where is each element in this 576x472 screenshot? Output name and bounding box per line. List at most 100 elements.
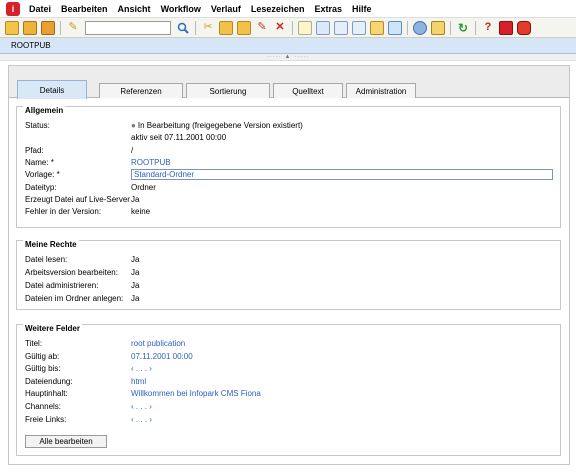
field-row: Titel: root publication: [25, 338, 185, 349]
field-value: ● In Bearbeitung (freigegebene Version ex…: [131, 121, 303, 130]
field-label: Dateityp:: [25, 183, 57, 192]
menu-ansicht[interactable]: Ansicht: [113, 4, 156, 14]
toolbar-separator: [195, 20, 196, 35]
section-rights: Meine Rechte Datei lesen: Ja Arbeitsvers…: [16, 240, 561, 310]
refresh-icon[interactable]: ↻: [456, 21, 470, 35]
section-more-fields: Weitere Felder Titel: root publication G…: [16, 324, 561, 456]
search-input[interactable]: [85, 20, 171, 35]
section-general: Allgemein Status: ● In Bearbeitung (freig…: [16, 106, 561, 228]
template-field[interactable]: Standard-Ordner: [131, 169, 553, 180]
field-label: Titel:: [25, 339, 43, 348]
field-value: Ja: [131, 255, 140, 264]
edit-all-button[interactable]: Alle bearbeiten: [25, 435, 107, 448]
app-logo-icon: i: [6, 1, 20, 16]
field-label: Freie Links:: [25, 415, 67, 424]
field-label: Vorlage: *: [25, 170, 60, 179]
field-value: /: [131, 146, 134, 155]
details-panel: Details Referenzen Sortierung Quelltext …: [8, 65, 570, 465]
menu-datei[interactable]: Datei: [24, 4, 56, 14]
menu-verlauf[interactable]: Verlauf: [206, 4, 246, 14]
toolbar: ✎ ✂ ✎ ✕ ↻ ?: [0, 18, 576, 38]
tab-administration[interactable]: Administration: [346, 83, 416, 98]
menu-lesezeichen[interactable]: Lesezeichen: [246, 4, 310, 14]
new-document-icon[interactable]: [5, 20, 19, 35]
field-link[interactable]: ‹ . . . ›: [131, 402, 152, 411]
field-status: Status: ● In Bearbeitung (freigegebene Ve…: [25, 120, 303, 131]
view-gallery-icon[interactable]: [388, 20, 402, 35]
splitter-handle-icon[interactable]: ····· ▲ ·····: [267, 54, 309, 60]
field-status-since: aktiv seit 07.11.2001 00:00: [25, 132, 226, 143]
name-link[interactable]: ROOTPUB: [131, 158, 171, 167]
view-tree-icon[interactable]: [352, 20, 366, 35]
field-link[interactable]: ‹ . . . ›: [131, 364, 152, 373]
panel-splitter[interactable]: ····· ▲ ·····: [0, 54, 576, 61]
toolbar-separator: [450, 20, 451, 35]
field-label: Fehler in der Version:: [25, 207, 102, 216]
edit-pencil-icon[interactable]: ✎: [66, 21, 80, 35]
field-label: Channels:: [25, 402, 62, 411]
paste-icon[interactable]: [237, 20, 251, 35]
object-title-bar: ROOTPUB: [0, 38, 576, 54]
menu-workflow[interactable]: Workflow: [156, 4, 206, 14]
view-list-icon[interactable]: [334, 20, 348, 35]
field-value: Ja: [131, 195, 140, 204]
rights-row: Arbeitsversion bearbeiten: Ja: [25, 267, 139, 278]
view-preview-icon[interactable]: [298, 20, 312, 35]
field-version-errors: Fehler in der Version: keine: [25, 206, 150, 217]
search-icon[interactable]: [176, 21, 190, 35]
field-value: keine: [131, 207, 151, 216]
field-label: Name: *: [25, 158, 54, 167]
field-link[interactable]: 07.11.2001 00:00: [131, 352, 193, 361]
tab-referenzen[interactable]: Referenzen: [99, 83, 183, 98]
field-value: Ordner: [131, 183, 156, 192]
tasks-icon[interactable]: [431, 20, 445, 35]
field-label: Pfad:: [25, 146, 44, 155]
field-value: aktiv seit 07.11.2001 00:00: [131, 133, 227, 142]
field-label: Dateien im Ordner anlegen:: [25, 294, 124, 303]
rename-icon[interactable]: ✎: [255, 21, 269, 35]
field-label: Hauptinhalt:: [25, 389, 68, 398]
folder-new-icon[interactable]: [23, 20, 37, 35]
user-group-icon[interactable]: [413, 20, 427, 35]
field-value: Ja: [131, 294, 140, 303]
field-label: Gültig ab:: [25, 352, 60, 361]
field-link[interactable]: html: [131, 377, 146, 386]
toolbar-separator: [407, 20, 408, 35]
menu-extras[interactable]: Extras: [309, 4, 347, 14]
toolbar-separator: [292, 20, 293, 35]
section-title: Weitere Felder: [23, 324, 82, 333]
field-link[interactable]: root publication: [131, 339, 185, 348]
delete-icon[interactable]: ✕: [273, 21, 287, 35]
bookmark-icon[interactable]: [499, 20, 513, 35]
tab-details[interactable]: Details: [17, 80, 87, 99]
view-thumbnails-icon[interactable]: [370, 20, 384, 35]
field-value: Ja: [131, 281, 140, 290]
tab-quelltext[interactable]: Quelltext: [273, 83, 343, 98]
folder-home-icon[interactable]: [41, 20, 55, 35]
rights-row: Datei lesen: Ja: [25, 254, 139, 265]
field-row: Freie Links: ‹ . . . ›: [25, 414, 152, 425]
cut-icon[interactable]: ✂: [201, 21, 215, 35]
field-label: Dateiendung:: [25, 377, 73, 386]
field-template: Vorlage: * Standard-Ordner: [25, 169, 553, 180]
help-icon[interactable]: ?: [481, 21, 495, 35]
tab-sortierung[interactable]: Sortierung: [186, 83, 270, 98]
copy-icon[interactable]: [219, 20, 233, 35]
menu-hilfe[interactable]: Hilfe: [347, 4, 377, 14]
section-title: Meine Rechte: [23, 240, 79, 249]
field-label: Datei lesen:: [25, 255, 68, 264]
field-row: Gültig bis: ‹ . . . ›: [25, 363, 152, 374]
rights-row: Datei administrieren: Ja: [25, 280, 139, 291]
menu-bearbeiten[interactable]: Bearbeiten: [56, 4, 113, 14]
status-text: In Bearbeitung (freigegebene Version exi…: [137, 121, 303, 130]
field-path: Pfad: /: [25, 145, 133, 156]
field-row: Channels: ‹ . . . ›: [25, 401, 152, 412]
view-details-icon[interactable]: [316, 20, 330, 35]
logout-icon[interactable]: [517, 20, 531, 35]
menu-bar: i Datei Bearbeiten Ansicht Workflow Verl…: [0, 0, 576, 18]
field-label: Erzeugt Datei auf Live-Server: [25, 195, 130, 204]
toolbar-separator: [475, 20, 476, 35]
field-link[interactable]: ‹ . . . ›: [131, 415, 152, 424]
field-link[interactable]: Willkommen bei Infopark CMS Fiona: [131, 389, 261, 398]
field-filetype: Dateityp: Ordner: [25, 182, 156, 193]
